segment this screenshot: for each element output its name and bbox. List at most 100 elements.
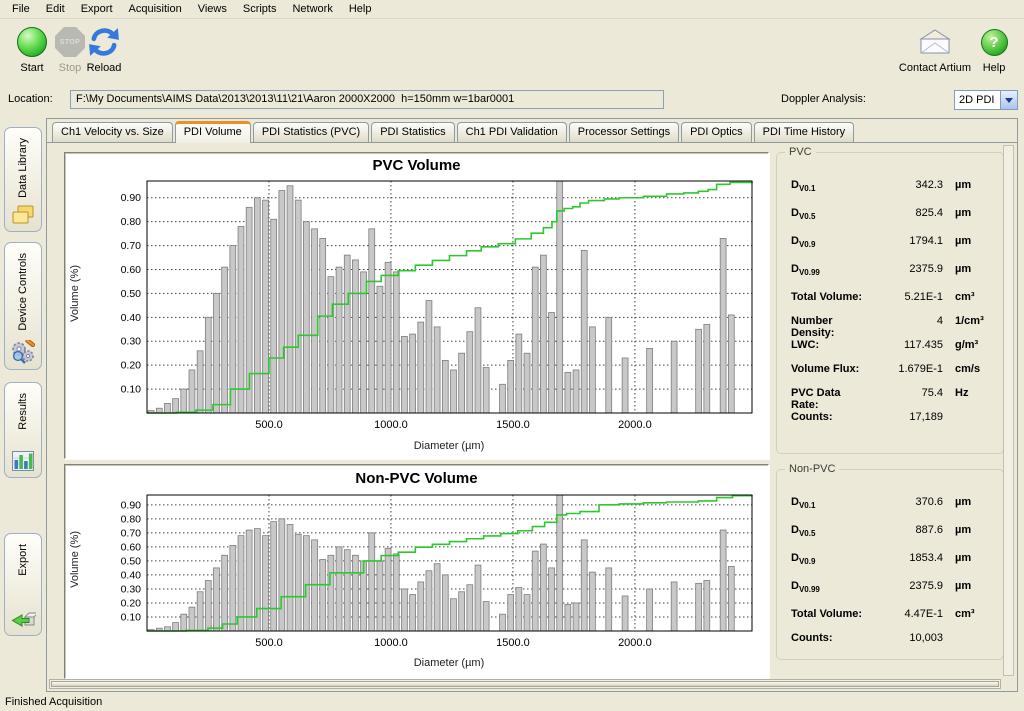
svg-text:0.20: 0.20 bbox=[121, 597, 142, 609]
menu-help[interactable]: Help bbox=[341, 1, 380, 17]
svg-text:0.50: 0.50 bbox=[121, 288, 142, 300]
svg-text:0.10: 0.10 bbox=[121, 384, 142, 396]
stat-row: DV0.1342.3µm bbox=[791, 179, 993, 207]
menu-file[interactable]: File bbox=[4, 1, 38, 17]
menu-views[interactable]: Views bbox=[190, 1, 235, 17]
horizontal-scrollbar[interactable] bbox=[49, 679, 1001, 689]
pvc-chart-xlabel: Diameter (µm) bbox=[414, 440, 485, 452]
stat-label: PVC Data Rate: bbox=[791, 387, 871, 411]
main-panel: Ch1 Velocity vs. Size PDI Volume PDI Sta… bbox=[46, 118, 1018, 692]
stat-unit: µm bbox=[943, 235, 993, 247]
stat-unit: µm bbox=[943, 496, 993, 508]
export-icon bbox=[10, 608, 36, 630]
tab-pdi-optics[interactable]: PDI Optics bbox=[681, 122, 752, 142]
sidebar-item-export[interactable]: Export bbox=[4, 533, 42, 636]
stat-value: 10,003 bbox=[871, 632, 943, 644]
status-bar: Finished Acquisition bbox=[0, 694, 1024, 711]
stat-label-subscript: V0.9 bbox=[799, 557, 815, 566]
pvc-stats-rows: DV0.1342.3µmDV0.5825.4µmDV0.91794.1µmDV0… bbox=[791, 179, 993, 435]
sidebar-item-device-controls[interactable]: Device Controls bbox=[4, 242, 42, 370]
reload-label: Reload bbox=[78, 62, 130, 74]
reload-button[interactable]: Reload bbox=[78, 24, 130, 74]
stat-label: Counts: bbox=[791, 632, 871, 644]
stat-value: 1853.4 bbox=[871, 552, 943, 564]
location-label: Location: bbox=[8, 93, 53, 105]
doppler-analysis-value: 2D PDI bbox=[959, 94, 994, 106]
stat-row: DV0.91853.4µm bbox=[791, 552, 993, 580]
stat-value: 1794.1 bbox=[871, 235, 943, 247]
svg-text:2000.0: 2000.0 bbox=[618, 419, 652, 431]
help-button[interactable]: ? Help bbox=[972, 24, 1016, 74]
stat-label: Volume Flux: bbox=[791, 363, 871, 375]
location-row: Location: F:\My Documents\AIMS Data\2013… bbox=[0, 88, 1024, 112]
non-pvc-chart-title: Non-PVC Volume bbox=[65, 470, 768, 487]
non-pvc-volume-chart: Non-PVC Volume Volume (%) 0.100.200.300.… bbox=[64, 464, 769, 679]
menu-edit[interactable]: Edit bbox=[38, 1, 73, 17]
stat-value: 117.435 bbox=[871, 339, 943, 351]
stat-unit: µm bbox=[943, 263, 993, 275]
stat-label: Number Density: bbox=[791, 315, 871, 339]
stat-value: 1.679E-1 bbox=[871, 363, 943, 375]
sidebar-item-results[interactable]: Results bbox=[4, 382, 42, 478]
svg-text:2000.0: 2000.0 bbox=[618, 637, 652, 649]
menu-scripts[interactable]: Scripts bbox=[235, 1, 285, 17]
stat-row: DV0.5825.4µm bbox=[791, 207, 993, 235]
doppler-analysis-label: Doppler Analysis: bbox=[756, 93, 866, 105]
pvc-stats-panel: PVC DV0.1342.3µmDV0.5825.4µmDV0.91794.1µ… bbox=[776, 152, 1004, 454]
stat-unit: µm bbox=[943, 552, 993, 564]
sidebar-item-data-library[interactable]: Data Library bbox=[4, 127, 42, 232]
stat-label-subscript: V0.5 bbox=[799, 212, 815, 221]
status-text: Finished Acquisition bbox=[5, 696, 102, 708]
stat-value: 4.47E-1 bbox=[871, 608, 943, 620]
doppler-analysis-select[interactable]: 2D PDI bbox=[954, 90, 1018, 110]
stat-unit: µm bbox=[943, 580, 993, 592]
stat-unit: g/m³ bbox=[943, 339, 993, 351]
svg-text:0.50: 0.50 bbox=[121, 555, 142, 567]
stat-label: Total Volume: bbox=[791, 291, 871, 303]
stat-row: DV0.91794.1µm bbox=[791, 235, 993, 263]
stat-label: Counts: bbox=[791, 411, 871, 423]
stat-unit: cm³ bbox=[943, 608, 993, 620]
help-icon: ? bbox=[981, 29, 1008, 56]
folders-icon bbox=[10, 204, 36, 226]
menu-network[interactable]: Network bbox=[284, 1, 340, 17]
tab-pdi-statistics-pvc[interactable]: PDI Statistics (PVC) bbox=[253, 122, 369, 142]
tab-bar: Ch1 Velocity vs. Size PDI Volume PDI Sta… bbox=[47, 119, 1017, 143]
tab-pdi-time-history[interactable]: PDI Time History bbox=[754, 122, 855, 142]
stat-value: 342.3 bbox=[871, 179, 943, 191]
location-field[interactable]: F:\My Documents\AIMS Data\2013\2013\11\2… bbox=[70, 90, 664, 109]
scrollbar-thumb[interactable] bbox=[51, 681, 999, 687]
tab-pdi-statistics[interactable]: PDI Statistics bbox=[371, 122, 454, 142]
svg-text:500.0: 500.0 bbox=[255, 637, 283, 649]
tab-ch1-pdi-validation[interactable]: Ch1 PDI Validation bbox=[457, 122, 567, 142]
toolbar: Start STOP Stop Reload Contact Artium ? bbox=[0, 20, 1024, 86]
stat-row: LWC:117.435g/m³ bbox=[791, 339, 993, 363]
stat-label: DV0.1 bbox=[791, 496, 871, 510]
vertical-scrollbar[interactable] bbox=[1003, 145, 1014, 676]
start-icon bbox=[17, 27, 47, 57]
stat-label-subscript: V0.99 bbox=[799, 585, 820, 594]
stat-value: 887.6 bbox=[871, 524, 943, 536]
svg-text:0.40: 0.40 bbox=[121, 569, 142, 581]
menu-export[interactable]: Export bbox=[73, 1, 121, 17]
stat-label-subscript: V0.9 bbox=[799, 240, 815, 249]
chevron-down-icon bbox=[1005, 98, 1013, 103]
stat-label: DV0.5 bbox=[791, 524, 871, 538]
svg-text:0.20: 0.20 bbox=[121, 360, 142, 372]
stat-label: DV0.99 bbox=[791, 263, 871, 277]
stat-row: Volume Flux:1.679E-1cm/s bbox=[791, 363, 993, 387]
svg-text:1500.0: 1500.0 bbox=[496, 419, 530, 431]
menu-acquisition[interactable]: Acquisition bbox=[121, 1, 190, 17]
stat-unit: 1/cm³ bbox=[943, 315, 993, 327]
tab-ch1-velocity-vs-size[interactable]: Ch1 Velocity vs. Size bbox=[52, 122, 173, 142]
stat-row: Number Density:41/cm³ bbox=[791, 315, 993, 339]
dropdown-button[interactable] bbox=[1000, 91, 1017, 109]
tab-pdi-volume[interactable]: PDI Volume bbox=[175, 121, 251, 143]
svg-text:0.30: 0.30 bbox=[121, 583, 142, 595]
stat-value: 17,189 bbox=[871, 411, 943, 423]
contact-artium-button[interactable]: Contact Artium bbox=[898, 24, 972, 74]
non-pvc-stats-rows: DV0.1370.6µmDV0.5887.6µmDV0.91853.4µmDV0… bbox=[791, 496, 993, 656]
sidebar-label-device-controls: Device Controls bbox=[17, 253, 29, 331]
tab-processor-settings[interactable]: Processor Settings bbox=[569, 122, 679, 142]
stat-label: DV0.1 bbox=[791, 179, 871, 193]
